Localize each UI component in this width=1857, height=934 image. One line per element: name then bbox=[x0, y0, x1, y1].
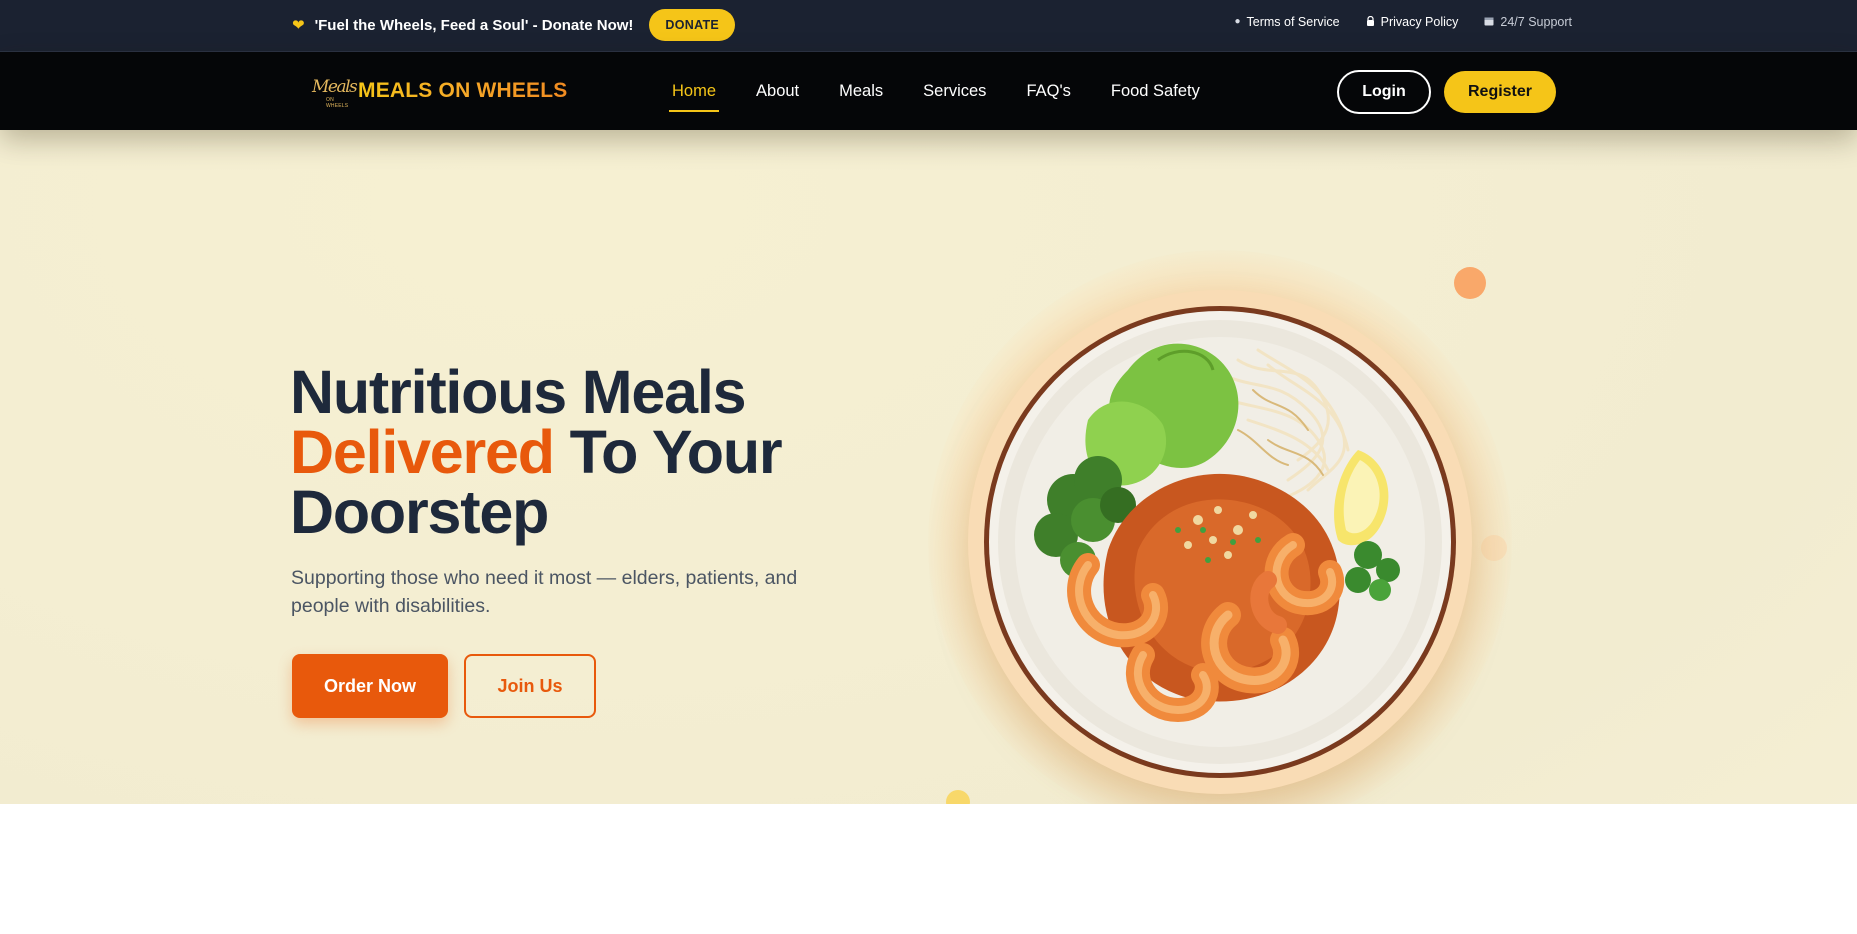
donation-banner: ❤ 'Fuel the Wheels, Feed a Soul' - Donat… bbox=[292, 9, 736, 41]
join-us-button[interactable]: Join Us bbox=[464, 654, 596, 718]
headline-line-1: Nutritious Meals bbox=[290, 358, 747, 426]
nav-menu: Home About Meals Services FAQ's Food Saf… bbox=[668, 52, 1240, 130]
privacy-policy-link[interactable]: Privacy Policy bbox=[1366, 15, 1459, 29]
donation-message: 'Fuel the Wheels, Feed a Soul' - Donate … bbox=[314, 16, 634, 34]
lock-icon bbox=[1366, 15, 1375, 29]
headline-line-3: Doorstep bbox=[290, 478, 549, 546]
register-button[interactable]: Register bbox=[1444, 71, 1556, 113]
brand-home-link[interactable]: Meals ON WHEELS MEALS ON WHEELS bbox=[312, 74, 568, 109]
hero-subtext: Supporting those who need it most — elde… bbox=[291, 567, 798, 617]
order-now-button[interactable]: Order Now bbox=[292, 654, 448, 718]
nav-item-home[interactable]: Home bbox=[668, 52, 720, 130]
hero-headline: Nutritious Meals Delivered To Your Doors… bbox=[290, 362, 850, 543]
main-navbar: Meals ON WHEELS MEALS ON WHEELS Home Abo… bbox=[0, 52, 1857, 130]
page-below-hero bbox=[0, 804, 1857, 934]
donate-button[interactable]: DONATE bbox=[649, 9, 736, 41]
brand-logo-text: Meals bbox=[312, 77, 358, 97]
nav-item-food-safety[interactable]: Food Safety bbox=[1111, 52, 1200, 130]
hero-food-image bbox=[928, 250, 1512, 834]
nav-item-services[interactable]: Services bbox=[923, 52, 986, 130]
brand-name: MEALS ON WHEELS bbox=[358, 79, 568, 102]
terms-of-service-label: Terms of Service bbox=[1246, 15, 1340, 29]
shrimp-dish-illustration bbox=[984, 306, 1456, 778]
brand-logo: Meals ON WHEELS bbox=[312, 76, 358, 109]
privacy-policy-label: Privacy Policy bbox=[1380, 15, 1459, 29]
nav-item-meals[interactable]: Meals bbox=[839, 52, 883, 130]
heart-icon: ❤ bbox=[292, 16, 305, 34]
support-label: 24/7 Support bbox=[1500, 15, 1572, 29]
terms-of-service-link[interactable]: ● Terms of Service bbox=[1234, 15, 1339, 29]
support-link[interactable]: 24/7 Support bbox=[1484, 15, 1572, 29]
brand-logo-subtext: ON WHEELS bbox=[326, 97, 349, 109]
top-announcement-bar: ❤ 'Fuel the Wheels, Feed a Soul' - Donat… bbox=[0, 0, 1857, 52]
nav-item-faqs[interactable]: FAQ's bbox=[1026, 52, 1070, 130]
login-button[interactable]: Login bbox=[1337, 70, 1431, 114]
utility-links: ● Terms of Service Privacy Policy 24/7 S… bbox=[1234, 15, 1572, 29]
info-icon: ● bbox=[1234, 16, 1241, 27]
headline-line-2-rest: To Your bbox=[553, 418, 783, 486]
nav-item-about[interactable]: About bbox=[756, 52, 799, 130]
calendar-icon bbox=[1484, 16, 1494, 29]
headline-accent: Delivered bbox=[290, 418, 555, 486]
